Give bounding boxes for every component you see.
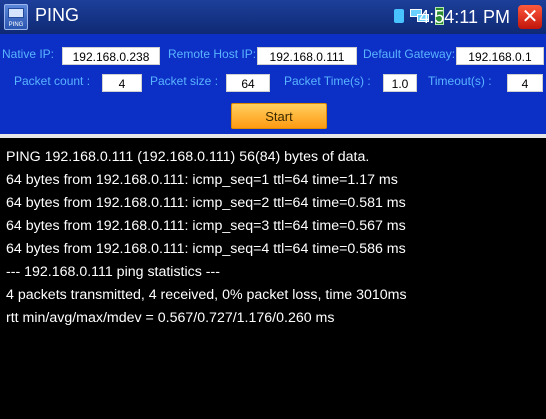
packet-time-label: Packet Time(s) : — [284, 74, 371, 88]
default-gateway-field[interactable]: 192.168.0.1 — [456, 47, 544, 65]
output-line: 64 bytes from 192.168.0.111: icmp_seq=2 … — [6, 195, 406, 211]
output-line: rtt min/avg/max/mdev = 0.567/0.727/1.176… — [6, 310, 335, 326]
timeout-label: Timeout(s) : — [428, 74, 492, 88]
packet-size-field[interactable]: 64 — [226, 74, 270, 92]
remote-host-ip-field[interactable]: 192.168.0.111 — [257, 47, 357, 65]
close-icon: ✕ — [521, 6, 539, 28]
ping-output-console: PING 192.168.0.111 (192.168.0.111) 56(84… — [0, 144, 546, 419]
ping-app-icon: PING — [4, 4, 28, 30]
native-ip-label: Native IP: — [2, 47, 55, 61]
output-line: --- 192.168.0.111 ping statistics --- — [6, 264, 220, 280]
packet-size-label: Packet size : — [150, 74, 219, 88]
window-title: PING — [35, 5, 80, 25]
output-line: 64 bytes from 192.168.0.111: icmp_seq=1 … — [6, 172, 398, 188]
title-bar: PING PING 4:54:11 PM ✕ — [0, 0, 546, 34]
packet-count-label: Packet count : — [14, 74, 91, 88]
packet-time-field[interactable]: 1.0 — [383, 74, 417, 92]
remote-host-ip-label: Remote Host IP: — [168, 47, 257, 61]
default-gateway-label: Default Gateway: — [363, 47, 456, 61]
timeout-field[interactable]: 4 — [507, 74, 543, 92]
packet-count-field[interactable]: 4 — [102, 74, 142, 92]
output-line: 64 bytes from 192.168.0.111: icmp_seq=4 … — [6, 241, 406, 257]
app-icon-label: PING — [8, 22, 24, 28]
output-line: 64 bytes from 192.168.0.111: icmp_seq=3 … — [6, 218, 406, 234]
output-line: 4 packets transmitted, 4 received, 0% pa… — [6, 287, 407, 303]
native-ip-field[interactable]: 192.168.0.238 — [62, 47, 160, 65]
sim-card-icon — [394, 9, 404, 23]
settings-panel: Native IP: 192.168.0.238 Remote Host IP:… — [0, 34, 546, 138]
output-line: PING 192.168.0.111 (192.168.0.111) 56(84… — [6, 149, 370, 165]
status-clock: 4:54:11 PM — [419, 7, 510, 27]
close-button[interactable]: ✕ — [518, 5, 542, 29]
start-button[interactable]: Start — [231, 103, 327, 129]
